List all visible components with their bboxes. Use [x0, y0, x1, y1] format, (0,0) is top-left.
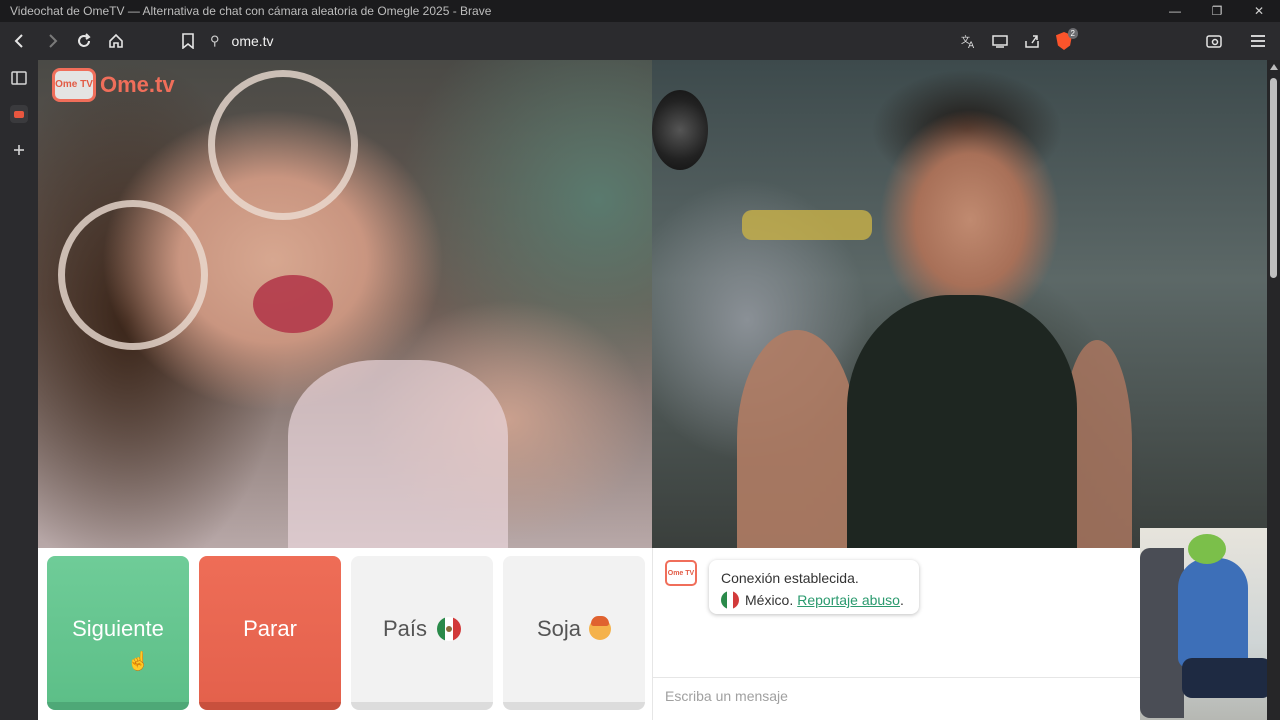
local-video: [652, 60, 1267, 548]
report-abuse-link[interactable]: Reportaje abuso: [797, 589, 900, 611]
toolbar-actions: 文A 2: [952, 22, 1280, 60]
page-scrollbar[interactable]: [1267, 60, 1280, 720]
logo-badge: Ome TV: [52, 68, 96, 102]
country-filter-button[interactable]: País: [351, 556, 493, 710]
chat-controls: Siguiente ☝ Parar País Soja: [38, 548, 652, 720]
next-button[interactable]: Siguiente ☝: [47, 556, 189, 710]
address-bar[interactable]: ⚲ ome.tv: [210, 27, 1070, 55]
sidebar-panel-icon[interactable]: [0, 60, 38, 96]
site-info-icon[interactable]: ⚲: [210, 33, 220, 49]
home-icon[interactable]: [102, 27, 130, 55]
chat-panel: Ome TV Conexión establecida. México. Rep…: [652, 548, 1141, 720]
person-face-icon: [589, 616, 612, 640]
mouse-cursor-icon: ☝: [127, 651, 150, 671]
chat-logo-badge: Ome TV: [665, 560, 697, 586]
restore-button[interactable]: ❐: [1196, 0, 1238, 22]
share-icon[interactable]: [1018, 27, 1046, 55]
ometv-tab-icon[interactable]: [0, 96, 38, 132]
country-label: País: [382, 616, 428, 641]
brave-shield: 2: [1053, 28, 1078, 52]
ometv-logo[interactable]: Ome TV Ome.tv: [52, 68, 175, 102]
message-placeholder: Escriba un mensaje: [665, 687, 788, 704]
scroll-thumb[interactable]: [1270, 78, 1277, 278]
close-button[interactable]: ✕: [1238, 0, 1280, 22]
minimize-button[interactable]: —: [1154, 0, 1196, 22]
add-icon[interactable]: [0, 132, 38, 168]
connection-status: Conexión establecida.: [721, 570, 859, 586]
wallet-icon[interactable]: [1200, 27, 1228, 55]
browser-toolbar: ⚲ ome.tv 文A 2: [0, 22, 1280, 60]
stop-label: Parar: [243, 616, 297, 641]
menu-icon[interactable]: [1244, 27, 1272, 55]
mexico-flag-icon: [437, 617, 462, 641]
page-content: Ome TV Ome.tv Siguiente ☝ Parar País Soj…: [38, 60, 1267, 720]
reload-icon[interactable]: [70, 27, 98, 55]
gender-filter-button[interactable]: Soja: [503, 556, 645, 710]
svg-text:A: A: [968, 41, 975, 49]
window-titlebar: Videochat de OmeTV — Alternativa de chat…: [0, 0, 1280, 22]
mexico-flag-icon: [721, 591, 739, 609]
back-icon[interactable]: [6, 27, 34, 55]
sticker-image: [1140, 528, 1267, 720]
remote-video: Ome TV Ome.tv: [38, 60, 652, 548]
logo-text: Ome.tv: [100, 72, 175, 97]
cast-icon[interactable]: [986, 27, 1014, 55]
partner-country: México.: [745, 592, 794, 608]
browser-sidebar: [0, 60, 38, 720]
stop-button[interactable]: Parar: [199, 556, 341, 710]
bookmark-icon[interactable]: [174, 27, 202, 55]
next-label: Siguiente: [72, 616, 164, 641]
translate-icon[interactable]: 文A: [954, 27, 982, 55]
shield-count-badge: 2: [1067, 28, 1078, 39]
window-title: Videochat de OmeTV — Alternativa de chat…: [10, 4, 492, 18]
report-suffix: .: [899, 592, 904, 608]
url-text: ome.tv: [231, 33, 274, 49]
message-input[interactable]: Escriba un mensaje: [653, 677, 1141, 713]
gender-label: Soja: [536, 616, 582, 641]
system-message: Conexión establecida. México. Reportaje …: [709, 560, 919, 614]
scroll-up-arrow-icon[interactable]: [1270, 64, 1278, 70]
forward-icon[interactable]: [38, 27, 66, 55]
brave-shields-icon[interactable]: 2: [1050, 27, 1078, 55]
window-controls: — ❐ ✕: [1154, 0, 1280, 22]
